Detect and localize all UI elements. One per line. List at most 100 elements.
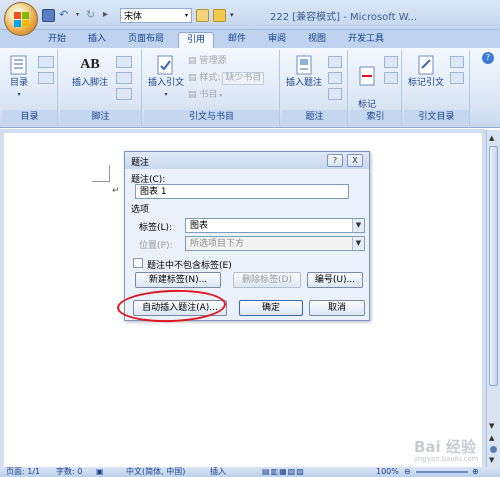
proofing-icon[interactable]: ▣ bbox=[96, 467, 104, 477]
font-select[interactable]: 宋体 ▾ bbox=[120, 8, 192, 23]
open-folder-icon[interactable] bbox=[213, 9, 226, 22]
label-select[interactable]: 图表 ▼ bbox=[185, 218, 365, 233]
scroll-down-icon[interactable]: ▼ bbox=[489, 422, 494, 430]
new-label-button[interactable]: 新建标签(N)... bbox=[135, 272, 221, 288]
group-index: 标记 索引项 索引 bbox=[350, 50, 402, 126]
chevron-down-icon: ▼ bbox=[352, 237, 364, 250]
chevron-down-icon: ▼ bbox=[352, 219, 364, 232]
status-zoom[interactable]: 100% bbox=[376, 467, 399, 477]
insert-endnote-icon[interactable] bbox=[116, 56, 132, 68]
help-button[interactable]: ? bbox=[327, 154, 343, 167]
tab-developer[interactable]: 开发工具 bbox=[340, 32, 392, 48]
group-index-label: 索引 bbox=[350, 110, 401, 124]
dialog-title: 题注 bbox=[131, 158, 150, 168]
baidu-watermark: Bai 经验 bbox=[414, 438, 476, 456]
close-button[interactable]: X bbox=[347, 154, 363, 167]
status-bar: 页面: 1/1 字数: 0 ▣ 中文(简体, 中国) 插入 ▤▥▦▧▨ 100%… bbox=[0, 467, 500, 477]
undo-dropdown-icon[interactable]: ▾ bbox=[76, 9, 82, 22]
cancel-button[interactable]: 取消 bbox=[309, 300, 365, 316]
undo-icon[interactable]: ↶ bbox=[59, 9, 72, 22]
save-icon[interactable] bbox=[42, 9, 55, 22]
group-citation: 插入引文 ▾ ▤ 管理源 ▤ 样式: 缺少书目 ▤ 书目 ▾ 引文与书目 bbox=[144, 50, 280, 126]
status-page[interactable]: 页面: 1/1 bbox=[6, 467, 40, 477]
manage-sources-button[interactable]: ▤ 管理源 bbox=[188, 56, 226, 67]
caption-input[interactable]: 图表 1 bbox=[135, 184, 349, 199]
redo-icon[interactable]: ↻ bbox=[86, 9, 99, 22]
insert-table-of-figures-icon[interactable] bbox=[328, 56, 342, 68]
group-footnote: AB 插入脚注 脚注 bbox=[60, 50, 142, 126]
group-footnote-label: 脚注 bbox=[60, 110, 141, 124]
insert-toa-icon[interactable] bbox=[450, 56, 464, 68]
delete-label-button[interactable]: 删除标签(D) bbox=[233, 272, 301, 288]
office-button[interactable] bbox=[4, 2, 38, 36]
status-mode[interactable]: 插入 bbox=[210, 467, 226, 477]
baidu-watermark-url: jingyan.baidu.com bbox=[414, 455, 479, 463]
position-select-value: 所选项目下方 bbox=[190, 239, 245, 249]
scroll-thumb[interactable] bbox=[489, 146, 498, 386]
scroll-up-icon[interactable]: ▲ bbox=[489, 134, 494, 142]
vertical-scrollbar[interactable]: ▲ ▼ ▲ ▼ bbox=[486, 130, 500, 467]
tab-review[interactable]: 审阅 bbox=[260, 32, 294, 48]
tab-page-layout[interactable]: 页面布局 bbox=[120, 32, 172, 48]
mark-citation-icon bbox=[418, 55, 434, 75]
customize-qat-icon[interactable]: ▾ bbox=[230, 9, 238, 22]
select-browse-icon[interactable] bbox=[490, 446, 497, 453]
group-toc: 目录 ▾ 目录 bbox=[2, 50, 58, 126]
insert-caption-button[interactable]: 插入题注 bbox=[284, 54, 324, 89]
tab-home[interactable]: 开始 bbox=[40, 32, 74, 48]
insert-citation-button[interactable]: 插入引文 ▾ bbox=[146, 54, 186, 100]
prev-page-icon[interactable]: ▲ bbox=[489, 434, 494, 442]
next-page-icon[interactable]: ▼ bbox=[489, 456, 494, 464]
show-notes-icon[interactable] bbox=[116, 88, 132, 100]
caption-icon bbox=[296, 55, 312, 75]
window-title: 222 [兼容模式] - Microsoft W... bbox=[270, 12, 417, 23]
toc-button[interactable]: 目录 ▾ bbox=[6, 54, 32, 100]
view-buttons[interactable]: ▤▥▦▧▨ bbox=[262, 467, 305, 477]
office-logo-icon bbox=[14, 12, 29, 27]
ribbon: 目录 ▾ 目录 AB 插入脚注 脚注 插入引文 ▾ ▤ 管理源 ▤ 样式: 缺少书目 … bbox=[0, 48, 500, 128]
style-select[interactable]: ▤ 样式: 缺少书目 bbox=[188, 72, 265, 85]
page-corner-mark bbox=[92, 181, 110, 182]
toc-button-label: 目录 bbox=[9, 78, 28, 88]
update-table-icon[interactable] bbox=[328, 72, 342, 84]
update-toa-icon[interactable] bbox=[450, 72, 464, 84]
mark-citation-label: 标记引文 bbox=[407, 78, 444, 88]
chevron-down-icon: ▾ bbox=[17, 91, 21, 98]
insert-caption-label: 插入题注 bbox=[285, 78, 322, 88]
position-select[interactable]: 所选项目下方 ▼ bbox=[185, 236, 365, 251]
page-corner-mark-vertical bbox=[109, 165, 110, 182]
status-language[interactable]: 中文(简体, 中国) bbox=[126, 467, 185, 477]
zoom-slider[interactable] bbox=[416, 471, 468, 473]
format-painter-icon[interactable] bbox=[196, 9, 209, 22]
next-footnote-icon[interactable] bbox=[116, 72, 132, 84]
tab-view[interactable]: 视图 bbox=[300, 32, 334, 48]
bibliography-button[interactable]: ▤ 书目 ▾ bbox=[188, 90, 222, 101]
bibliography-label: 书目 bbox=[199, 90, 218, 100]
insert-index-icon[interactable] bbox=[384, 56, 398, 68]
zoom-in-icon[interactable]: ⊕ bbox=[472, 467, 479, 477]
exclude-label-checkbox[interactable] bbox=[133, 258, 143, 268]
insert-footnote-button[interactable]: AB 插入脚注 bbox=[66, 54, 114, 89]
insert-citation-label: 插入引文 bbox=[147, 78, 184, 88]
style-icon: ▤ bbox=[188, 73, 200, 83]
toc-icon bbox=[10, 55, 27, 75]
update-toc-icon[interactable] bbox=[38, 56, 54, 68]
tab-mailings[interactable]: 邮件 bbox=[220, 32, 254, 48]
cross-reference-icon[interactable] bbox=[328, 88, 342, 100]
style-label: 样式: bbox=[199, 73, 221, 83]
label-field-label: 标签(L): bbox=[139, 223, 173, 233]
ok-button[interactable]: 确定 bbox=[239, 300, 303, 316]
help-icon[interactable]: ? bbox=[482, 52, 494, 64]
zoom-out-icon[interactable]: ⊖ bbox=[404, 467, 411, 477]
tab-insert[interactable]: 插入 bbox=[80, 32, 114, 48]
status-words[interactable]: 字数: 0 bbox=[56, 467, 82, 477]
add-text-icon[interactable] bbox=[38, 72, 54, 84]
exclude-label-text: 题注中不包含标签(E) bbox=[147, 261, 232, 271]
draw-icon[interactable]: ▸ bbox=[103, 9, 116, 22]
title-bar: ↶ ▾ ↻ ▸ 宋体 ▾ ▾ 222 [兼容模式] - Microsoft W..… bbox=[0, 0, 500, 36]
mark-citation-button[interactable]: 标记引文 bbox=[406, 54, 446, 89]
ab-footnote-icon: AB bbox=[80, 57, 100, 72]
tab-references[interactable]: 引用 bbox=[178, 32, 214, 48]
numbering-button[interactable]: 编号(U)... bbox=[307, 272, 363, 288]
update-index-icon[interactable] bbox=[384, 72, 398, 84]
